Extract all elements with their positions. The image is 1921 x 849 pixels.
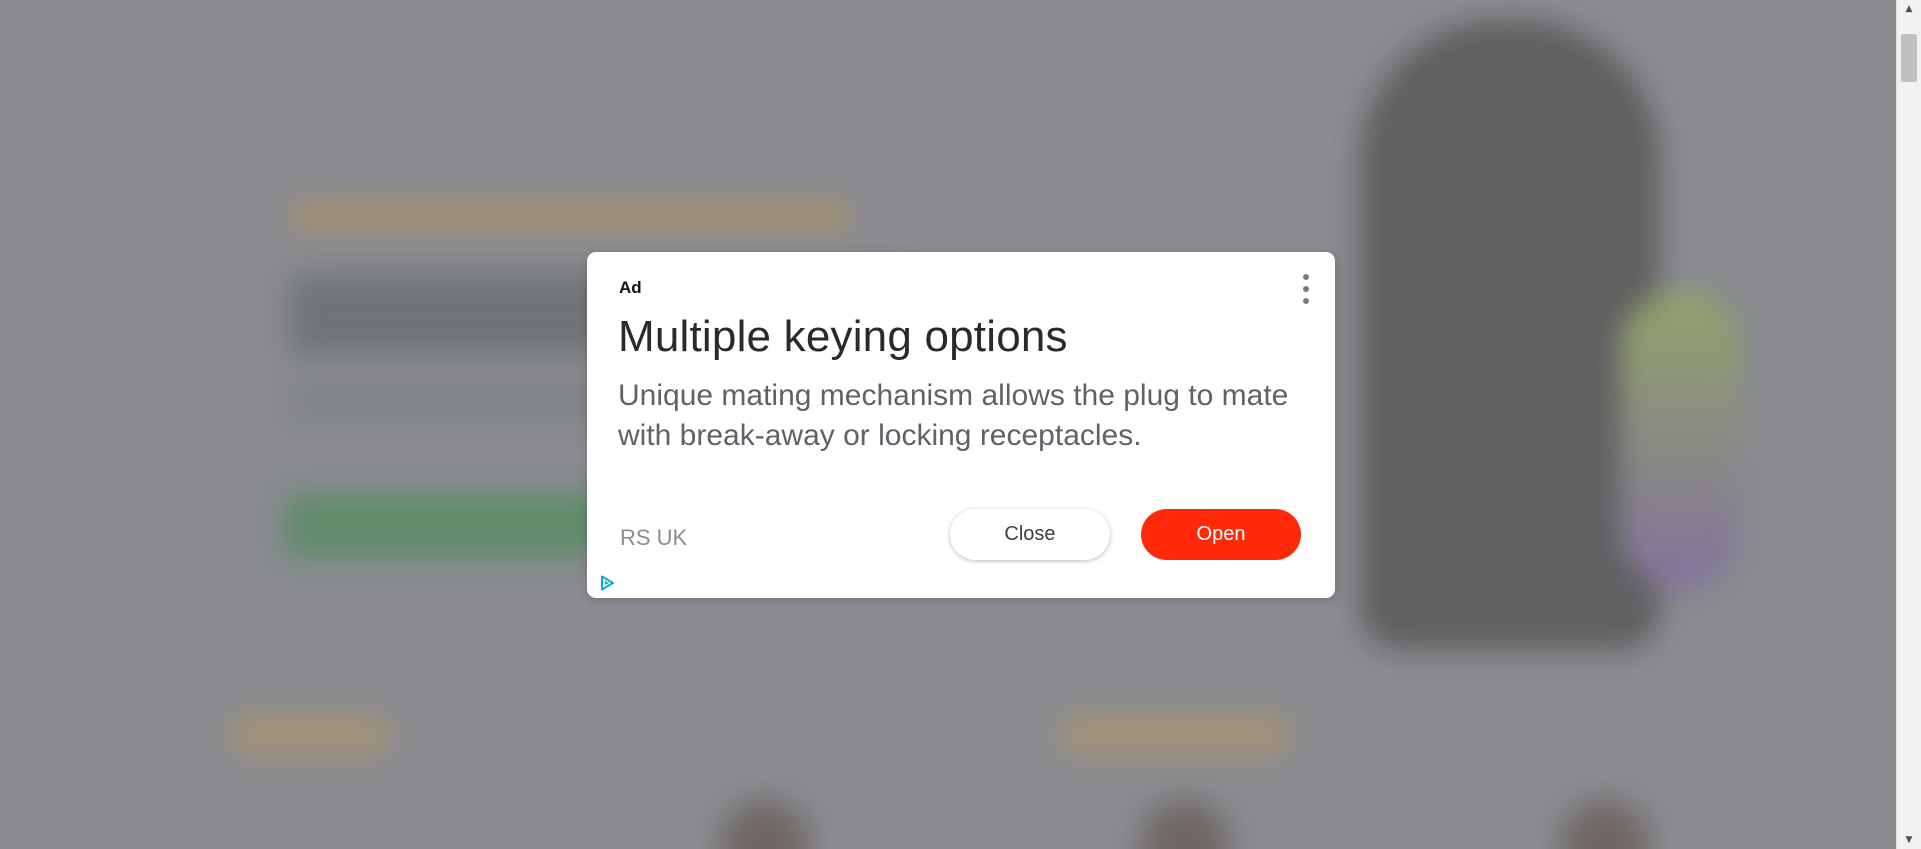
menu-dot — [1303, 298, 1309, 304]
page: ▲ ▼ Ad Multiple keying options Unique ma… — [0, 0, 1921, 849]
interstitial-ad-dialog: Ad Multiple keying options Unique mating… — [587, 252, 1335, 598]
background-cta-button — [285, 495, 605, 555]
adchoices-icon[interactable] — [598, 574, 616, 592]
open-button[interactable]: Open — [1141, 509, 1301, 560]
background-section-label — [230, 715, 390, 755]
menu-dot — [1303, 274, 1309, 280]
background-avatar — [720, 800, 810, 849]
ad-headline[interactable]: Multiple keying options — [618, 312, 1308, 362]
more-vert-icon[interactable] — [1299, 274, 1313, 304]
background-avatar — [1560, 800, 1650, 849]
vertical-scrollbar[interactable]: ▲ ▼ — [1896, 0, 1921, 849]
ad-label: Ad — [619, 278, 642, 297]
close-button[interactable]: Close — [950, 509, 1110, 560]
background-decoration — [1620, 290, 1740, 590]
background-avatar — [1140, 800, 1230, 849]
menu-dot — [1303, 286, 1309, 292]
background-hero-image — [1360, 20, 1660, 650]
scrollbar-thumb[interactable] — [1901, 34, 1917, 82]
ad-advertiser[interactable]: RS UK — [620, 525, 687, 551]
ad-description[interactable]: Unique mating mechanism allows the plug … — [618, 376, 1298, 456]
background-headline — [290, 205, 850, 227]
scroll-up-arrow-icon[interactable]: ▲ — [1897, 0, 1921, 18]
background-section-label — [1060, 715, 1290, 755]
scroll-down-arrow-icon[interactable]: ▼ — [1897, 831, 1921, 849]
